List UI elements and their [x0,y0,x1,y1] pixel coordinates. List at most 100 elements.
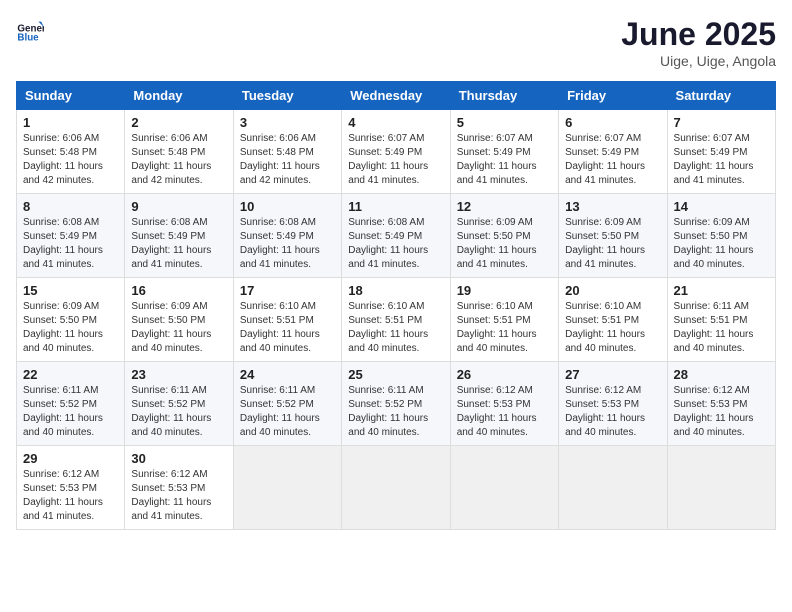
weekday-header-row: SundayMondayTuesdayWednesdayThursdayFrid… [17,82,776,110]
calendar-week-row: 29 Sunrise: 6:12 AMSunset: 5:53 PMDaylig… [17,446,776,530]
day-info: Sunrise: 6:08 AMSunset: 5:49 PMDaylight:… [348,217,428,270]
day-info: Sunrise: 6:11 AMSunset: 5:52 PMDaylight:… [131,385,211,438]
day-number: 19 [457,283,552,298]
calendar-cell: 12 Sunrise: 6:09 AMSunset: 5:50 PMDaylig… [450,194,558,278]
day-info: Sunrise: 6:06 AMSunset: 5:48 PMDaylight:… [240,133,320,186]
calendar-cell: 6 Sunrise: 6:07 AMSunset: 5:49 PMDayligh… [559,110,667,194]
calendar-cell [667,446,775,530]
calendar-cell: 27 Sunrise: 6:12 AMSunset: 5:53 PMDaylig… [559,362,667,446]
day-info: Sunrise: 6:12 AMSunset: 5:53 PMDaylight:… [131,469,211,522]
calendar-cell: 29 Sunrise: 6:12 AMSunset: 5:53 PMDaylig… [17,446,125,530]
day-number: 2 [131,115,226,130]
weekday-header-sunday: Sunday [17,82,125,110]
day-number: 6 [565,115,660,130]
day-number: 24 [240,367,335,382]
day-info: Sunrise: 6:09 AMSunset: 5:50 PMDaylight:… [457,217,537,270]
calendar-week-row: 22 Sunrise: 6:11 AMSunset: 5:52 PMDaylig… [17,362,776,446]
day-number: 20 [565,283,660,298]
day-info: Sunrise: 6:10 AMSunset: 5:51 PMDaylight:… [240,301,320,354]
calendar-cell [559,446,667,530]
day-info: Sunrise: 6:12 AMSunset: 5:53 PMDaylight:… [674,385,754,438]
day-info: Sunrise: 6:07 AMSunset: 5:49 PMDaylight:… [674,133,754,186]
day-info: Sunrise: 6:08 AMSunset: 5:49 PMDaylight:… [240,217,320,270]
day-number: 27 [565,367,660,382]
day-info: Sunrise: 6:08 AMSunset: 5:49 PMDaylight:… [23,217,103,270]
weekday-header-wednesday: Wednesday [342,82,450,110]
day-number: 17 [240,283,335,298]
day-number: 3 [240,115,335,130]
day-number: 30 [131,451,226,466]
day-info: Sunrise: 6:12 AMSunset: 5:53 PMDaylight:… [565,385,645,438]
day-number: 8 [23,199,118,214]
svg-text:Blue: Blue [17,33,39,44]
calendar-cell: 21 Sunrise: 6:11 AMSunset: 5:51 PMDaylig… [667,278,775,362]
day-info: Sunrise: 6:06 AMSunset: 5:48 PMDaylight:… [131,133,211,186]
day-info: Sunrise: 6:07 AMSunset: 5:49 PMDaylight:… [565,133,645,186]
calendar-cell: 24 Sunrise: 6:11 AMSunset: 5:52 PMDaylig… [233,362,341,446]
day-info: Sunrise: 6:06 AMSunset: 5:48 PMDaylight:… [23,133,103,186]
calendar-cell [233,446,341,530]
day-number: 10 [240,199,335,214]
day-info: Sunrise: 6:10 AMSunset: 5:51 PMDaylight:… [348,301,428,354]
calendar-cell [450,446,558,530]
day-number: 13 [565,199,660,214]
calendar-cell: 1 Sunrise: 6:06 AMSunset: 5:48 PMDayligh… [17,110,125,194]
calendar-cell: 14 Sunrise: 6:09 AMSunset: 5:50 PMDaylig… [667,194,775,278]
day-number: 26 [457,367,552,382]
day-number: 12 [457,199,552,214]
calendar-week-row: 15 Sunrise: 6:09 AMSunset: 5:50 PMDaylig… [17,278,776,362]
day-info: Sunrise: 6:07 AMSunset: 5:49 PMDaylight:… [348,133,428,186]
day-info: Sunrise: 6:09 AMSunset: 5:50 PMDaylight:… [131,301,211,354]
day-number: 23 [131,367,226,382]
day-number: 28 [674,367,769,382]
calendar-cell: 4 Sunrise: 6:07 AMSunset: 5:49 PMDayligh… [342,110,450,194]
day-info: Sunrise: 6:10 AMSunset: 5:51 PMDaylight:… [565,301,645,354]
day-info: Sunrise: 6:11 AMSunset: 5:51 PMDaylight:… [674,301,754,354]
day-number: 4 [348,115,443,130]
calendar-cell: 16 Sunrise: 6:09 AMSunset: 5:50 PMDaylig… [125,278,233,362]
logo: General Blue [16,16,44,44]
day-number: 7 [674,115,769,130]
day-info: Sunrise: 6:12 AMSunset: 5:53 PMDaylight:… [457,385,537,438]
calendar-cell: 11 Sunrise: 6:08 AMSunset: 5:49 PMDaylig… [342,194,450,278]
calendar-cell: 19 Sunrise: 6:10 AMSunset: 5:51 PMDaylig… [450,278,558,362]
day-info: Sunrise: 6:08 AMSunset: 5:49 PMDaylight:… [131,217,211,270]
month-title: June 2025 [621,16,776,53]
calendar-cell: 10 Sunrise: 6:08 AMSunset: 5:49 PMDaylig… [233,194,341,278]
calendar-cell: 3 Sunrise: 6:06 AMSunset: 5:48 PMDayligh… [233,110,341,194]
day-info: Sunrise: 6:09 AMSunset: 5:50 PMDaylight:… [674,217,754,270]
weekday-header-tuesday: Tuesday [233,82,341,110]
day-number: 18 [348,283,443,298]
calendar-table: SundayMondayTuesdayWednesdayThursdayFrid… [16,81,776,530]
day-number: 15 [23,283,118,298]
calendar-week-row: 8 Sunrise: 6:08 AMSunset: 5:49 PMDayligh… [17,194,776,278]
calendar-cell: 15 Sunrise: 6:09 AMSunset: 5:50 PMDaylig… [17,278,125,362]
day-number: 11 [348,199,443,214]
location-title: Uige, Uige, Angola [621,53,776,69]
calendar-cell: 2 Sunrise: 6:06 AMSunset: 5:48 PMDayligh… [125,110,233,194]
day-info: Sunrise: 6:11 AMSunset: 5:52 PMDaylight:… [23,385,103,438]
calendar-cell: 23 Sunrise: 6:11 AMSunset: 5:52 PMDaylig… [125,362,233,446]
calendar-cell: 22 Sunrise: 6:11 AMSunset: 5:52 PMDaylig… [17,362,125,446]
day-number: 21 [674,283,769,298]
weekday-header-friday: Friday [559,82,667,110]
logo-icon: General Blue [16,16,44,44]
day-number: 5 [457,115,552,130]
calendar-cell: 30 Sunrise: 6:12 AMSunset: 5:53 PMDaylig… [125,446,233,530]
day-info: Sunrise: 6:12 AMSunset: 5:53 PMDaylight:… [23,469,103,522]
calendar-cell: 8 Sunrise: 6:08 AMSunset: 5:49 PMDayligh… [17,194,125,278]
day-number: 16 [131,283,226,298]
calendar-cell: 26 Sunrise: 6:12 AMSunset: 5:53 PMDaylig… [450,362,558,446]
day-number: 14 [674,199,769,214]
day-number: 29 [23,451,118,466]
calendar-cell [342,446,450,530]
calendar-cell: 20 Sunrise: 6:10 AMSunset: 5:51 PMDaylig… [559,278,667,362]
day-info: Sunrise: 6:07 AMSunset: 5:49 PMDaylight:… [457,133,537,186]
calendar-cell: 13 Sunrise: 6:09 AMSunset: 5:50 PMDaylig… [559,194,667,278]
calendar-cell: 25 Sunrise: 6:11 AMSunset: 5:52 PMDaylig… [342,362,450,446]
day-info: Sunrise: 6:10 AMSunset: 5:51 PMDaylight:… [457,301,537,354]
day-info: Sunrise: 6:09 AMSunset: 5:50 PMDaylight:… [23,301,103,354]
day-info: Sunrise: 6:11 AMSunset: 5:52 PMDaylight:… [240,385,320,438]
weekday-header-thursday: Thursday [450,82,558,110]
day-number: 9 [131,199,226,214]
